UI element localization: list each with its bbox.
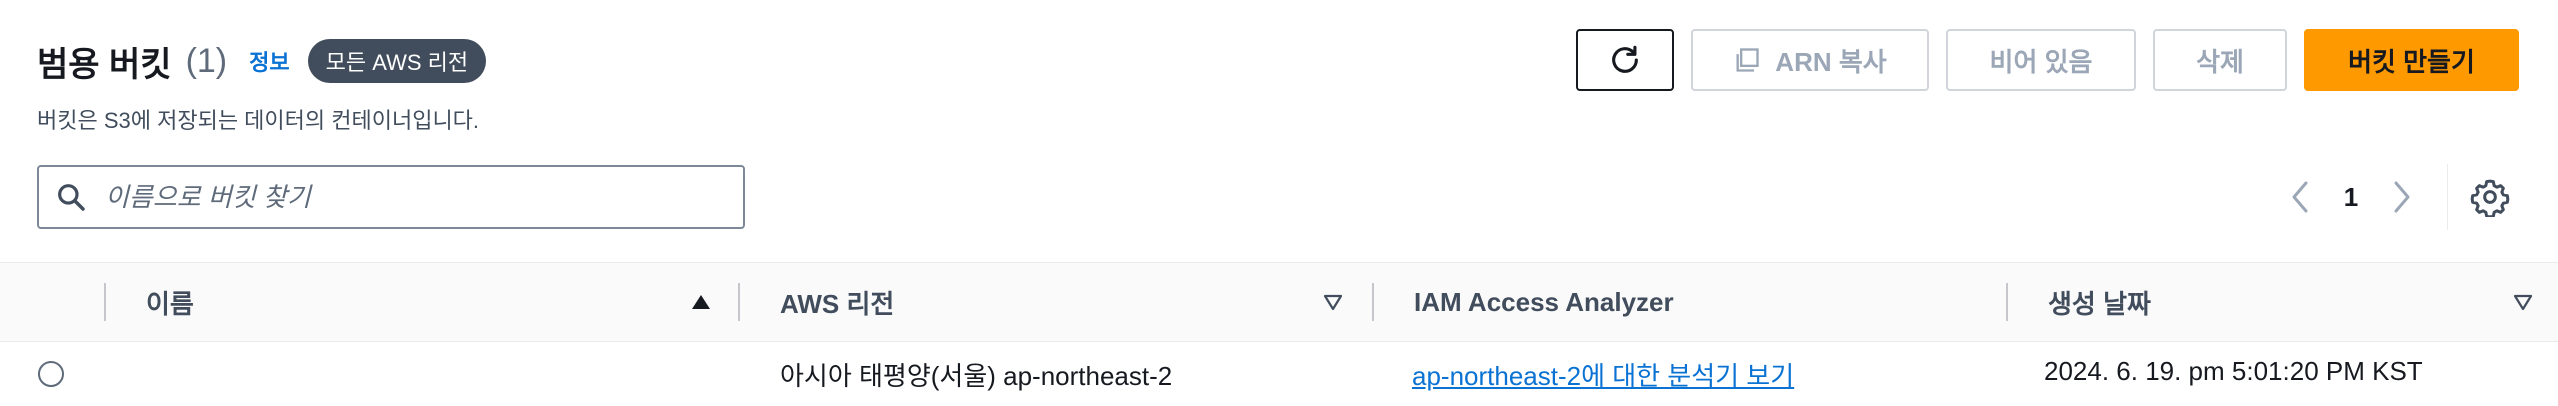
search-icon <box>58 184 85 211</box>
search-field <box>37 165 745 229</box>
sort-ascending-icon[interactable] <box>690 291 712 313</box>
next-page-button[interactable] <box>2382 172 2422 222</box>
column-separator <box>2006 283 2008 321</box>
copy-arn-button[interactable]: ARN 복사 <box>1691 29 1929 91</box>
sort-caret-down-icon[interactable] <box>2512 291 2534 313</box>
current-page-number[interactable]: 1 <box>2320 182 2382 213</box>
refresh-icon <box>1612 45 1638 73</box>
analyzer-link[interactable]: ap-northeast-2에 대한 분석기 보기 <box>1412 356 1794 393</box>
copy-icon <box>1736 48 1759 72</box>
pager-divider <box>2447 164 2448 230</box>
action-toolbar: ARN 복사 비어 있음 삭제 버킷 만들기 <box>1559 29 2519 91</box>
previous-page-button[interactable] <box>2280 172 2320 222</box>
s3-buckets-panel: 범용 버킷 (1) 정보 모든 AWS 리전 버킷은 S3에 저장되는 데이터의… <box>0 0 2558 406</box>
copy-arn-label: ARN 복사 <box>1775 46 1887 77</box>
pagination: 1 <box>2280 172 2422 222</box>
column-header-name[interactable]: 이름 <box>146 263 194 341</box>
column-header-region[interactable]: AWS 리전 <box>780 263 894 341</box>
chevron-left-icon <box>2292 181 2308 213</box>
delete-bucket-button[interactable]: 삭제 <box>2153 29 2287 91</box>
panel-header: 범용 버킷 (1) 정보 모든 AWS 리전 <box>37 36 487 86</box>
page-title: 범용 버킷 <box>37 45 172 84</box>
column-separator <box>738 283 740 321</box>
empty-bucket-button[interactable]: 비어 있음 <box>1946 29 2136 91</box>
refresh-button[interactable] <box>1576 29 1674 91</box>
created-date-cell: 2024. 6. 19. pm 5:01:20 PM KST <box>2044 356 2423 386</box>
page-description: 버킷은 S3에 저장되는 데이터의 컨테이너입니다. <box>37 108 480 133</box>
column-separator <box>1372 283 1374 321</box>
column-header-iam-analyzer[interactable]: IAM Access Analyzer <box>1414 263 1674 341</box>
column-separator <box>104 283 106 321</box>
region-cell: 아시아 태평양(서울) ap-northeast-2 <box>780 361 1173 391</box>
sort-caret-down-icon[interactable] <box>1322 291 1344 313</box>
region-badge: 모든 AWS 리전 <box>307 39 487 83</box>
column-header-created[interactable]: 생성 날짜 <box>2048 263 2151 341</box>
chevron-right-icon <box>2394 181 2410 213</box>
bucket-count: (1) <box>185 41 228 80</box>
row-select-radio[interactable] <box>38 361 64 387</box>
gear-icon[interactable] <box>2470 177 2510 217</box>
info-link[interactable]: 정보 <box>249 45 289 77</box>
table-header: 이름 AWS 리전 IAM Access Analyzer 생성 날짜 <box>0 262 2558 342</box>
table-row: 아시아 태평양(서울) ap-northeast-2 ap-northeast-… <box>0 342 2558 406</box>
search-input[interactable] <box>103 180 743 214</box>
create-bucket-button[interactable]: 버킷 만들기 <box>2304 29 2519 91</box>
